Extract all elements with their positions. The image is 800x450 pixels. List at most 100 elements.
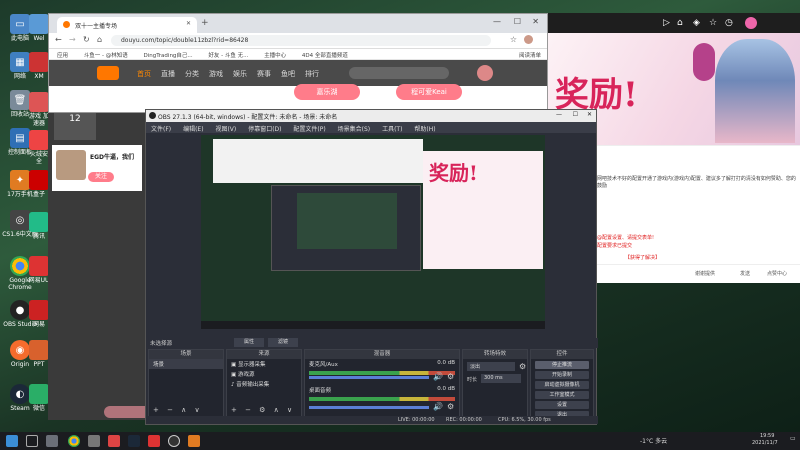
send-button[interactable]: 发送 — [740, 270, 750, 277]
minimize-icon[interactable]: — — [493, 17, 501, 26]
bookmark-item[interactable]: 应用 — [57, 53, 68, 59]
site-search-input[interactable] — [349, 67, 449, 79]
video-icon[interactable]: ▷ — [663, 18, 670, 28]
bookmark-item[interactable]: 主播中心 — [264, 53, 286, 59]
source-item[interactable]: ▣ 显示器采集 — [227, 359, 301, 369]
clock-icon[interactable]: ◷ — [725, 18, 733, 28]
close-window-icon[interactable]: ✕ — [532, 17, 539, 26]
nav-home[interactable]: 首页 — [137, 69, 151, 79]
url-field[interactable]: douyu.com/topic/double11zbzl?rid=86428 — [111, 35, 491, 46]
duration-input[interactable]: 300 ms — [481, 374, 521, 383]
menu-scene-collection[interactable]: 场景集合(S) — [338, 126, 371, 133]
task-view-icon[interactable] — [46, 435, 58, 447]
source-add-remove-icons[interactable]: + − ⚙ ∧ ∨ — [231, 406, 295, 414]
filters-button[interactable]: 滤镜 — [268, 338, 298, 347]
menu-tools[interactable]: 工具(T) — [382, 126, 402, 133]
gamepad-icon[interactable]: ◈ — [693, 18, 700, 28]
bookmark-item[interactable]: 好友 - 斗鱼 无... — [208, 53, 248, 59]
forward-icon[interactable]: → — [69, 35, 76, 44]
scene-add-remove-icons[interactable]: + − ∧ ∨ — [153, 406, 203, 414]
obs-taskbar-icon[interactable] — [168, 435, 180, 447]
menu-view[interactable]: 视图(V) — [215, 126, 236, 133]
chrome-taskbar-icon[interactable] — [68, 435, 80, 447]
nav-live[interactable]: 直播 — [161, 69, 175, 79]
user-avatar[interactable] — [477, 65, 493, 81]
pink-button-1[interactable]: 嘉乐湖 — [294, 84, 360, 100]
home-icon[interactable]: ⌂ — [677, 18, 683, 28]
source-item[interactable]: ♪ 音频输出采集 — [227, 379, 301, 389]
browser-tab[interactable]: 双十一主播专场 ✕ — [57, 17, 197, 33]
profile-avatar[interactable] — [524, 35, 533, 44]
desktop-icon-2-4[interactable]: 盒子 — [28, 170, 50, 198]
menu-profile[interactable]: 配置文件(P) — [293, 126, 325, 133]
desktop-volume-slider[interactable] — [309, 406, 429, 409]
back-icon[interactable]: ← — [55, 35, 62, 44]
speaker-icon[interactable]: 🔊 — [433, 402, 443, 411]
maximize-icon[interactable]: ☐ — [514, 17, 521, 26]
star-icon[interactable]: ☆ — [709, 18, 717, 28]
home-icon[interactable]: ⌂ — [97, 35, 102, 44]
menu-edit[interactable]: 编辑(E) — [183, 126, 203, 133]
nav-entertainment[interactable]: 娱乐 — [233, 69, 247, 79]
close-icon[interactable]: ✕ — [587, 111, 592, 118]
notification-icon[interactable]: ▭ — [790, 435, 796, 442]
search-icon[interactable] — [26, 435, 38, 447]
clock-date[interactable]: 2021/11/7 — [752, 440, 778, 446]
nav-esports[interactable]: 赛事 — [257, 69, 271, 79]
gear-icon[interactable]: ⚙ — [447, 372, 454, 381]
clock-time[interactable]: 19:59 — [760, 433, 774, 439]
bookmark-item[interactable]: DingTrading自己... — [144, 53, 193, 59]
menu-docks[interactable]: 停靠窗口(D) — [248, 126, 281, 133]
desktop-icon-2-7[interactable]: 网易 — [28, 300, 50, 328]
bookmark-item[interactable]: 4D4 全部直播频道 — [302, 53, 348, 59]
desktop-icon-2-1[interactable]: XM — [28, 52, 50, 80]
settings-taskbar-icon[interactable] — [88, 435, 100, 447]
gear-icon[interactable]: ⚙ — [447, 402, 454, 411]
gear-icon[interactable]: ⚙ — [519, 362, 526, 371]
pink-button-2[interactable]: 程可爱Keai — [396, 84, 462, 100]
desktop-icon-2-8[interactable]: PPT — [28, 340, 50, 368]
close-tab-icon[interactable]: ✕ — [186, 20, 191, 27]
app-taskbar-icon[interactable] — [188, 435, 200, 447]
weather-text[interactable]: -1°C 多云 — [640, 436, 667, 445]
desktop-icon-2-5[interactable]: 腾讯 — [28, 212, 50, 240]
menu-help[interactable]: 帮助(H) — [414, 126, 435, 133]
speaker-icon[interactable]: 🔊 — [433, 372, 443, 381]
stop-streaming-button[interactable]: 停止推流 — [535, 361, 589, 369]
avatar[interactable] — [745, 17, 757, 29]
new-tab-icon[interactable]: + — [201, 18, 209, 28]
studio-mode-button[interactable]: 工作室模式 — [535, 391, 589, 399]
maximize-icon[interactable]: ☐ — [573, 111, 578, 118]
nav-ranking[interactable]: 排行 — [305, 69, 319, 79]
app-taskbar-icon[interactable] — [108, 435, 120, 447]
site-logo-icon[interactable] — [97, 66, 119, 80]
obs-preview[interactable]: 奖励! — [201, 135, 545, 329]
menu-file[interactable]: 文件(F) — [151, 126, 171, 133]
desktop-icon-2-6[interactable]: 网易UU — [28, 256, 50, 284]
nav-games[interactable]: 游戏 — [209, 69, 223, 79]
desktop-icon-2-9[interactable]: 微信 — [28, 384, 50, 412]
desktop-icon-2-0[interactable]: Wel — [28, 14, 50, 42]
virtual-camera-button[interactable]: 启动虚拟摄像机 — [535, 381, 589, 389]
reading-list[interactable]: 阅读清单 — [519, 51, 541, 59]
desktop-icon-2-3[interactable]: 火绒安全 — [28, 130, 50, 165]
properties-button[interactable]: 属性 — [234, 338, 264, 347]
steam-taskbar-icon[interactable] — [128, 435, 140, 447]
source-item[interactable]: ▣ 游戏源 — [227, 369, 301, 379]
app-taskbar-icon[interactable] — [148, 435, 160, 447]
settings-button[interactable]: 设置 — [535, 401, 589, 409]
minimize-icon[interactable]: — — [556, 111, 562, 118]
bookmark-item[interactable]: 斗鱼一 - @林知语 — [84, 53, 128, 59]
follow-button[interactable]: 关注 — [88, 172, 114, 182]
mic-volume-slider[interactable] — [309, 376, 429, 379]
chat-footer-link[interactable]: 谢谢提供 — [695, 270, 715, 277]
scene-item[interactable]: 场景 — [149, 359, 223, 369]
nav-forum[interactable]: 鱼吧 — [281, 69, 295, 79]
nav-category[interactable]: 分类 — [185, 69, 199, 79]
start-icon[interactable] — [6, 435, 18, 447]
desktop-icon-2-2[interactable]: 游戏 加速器 — [28, 92, 50, 127]
transition-select[interactable]: 淡出 — [467, 362, 515, 371]
start-recording-button[interactable]: 开始录制 — [535, 371, 589, 379]
reload-icon[interactable]: ↻ — [83, 35, 90, 44]
like-center-link[interactable]: 点赞中心 — [767, 270, 787, 277]
